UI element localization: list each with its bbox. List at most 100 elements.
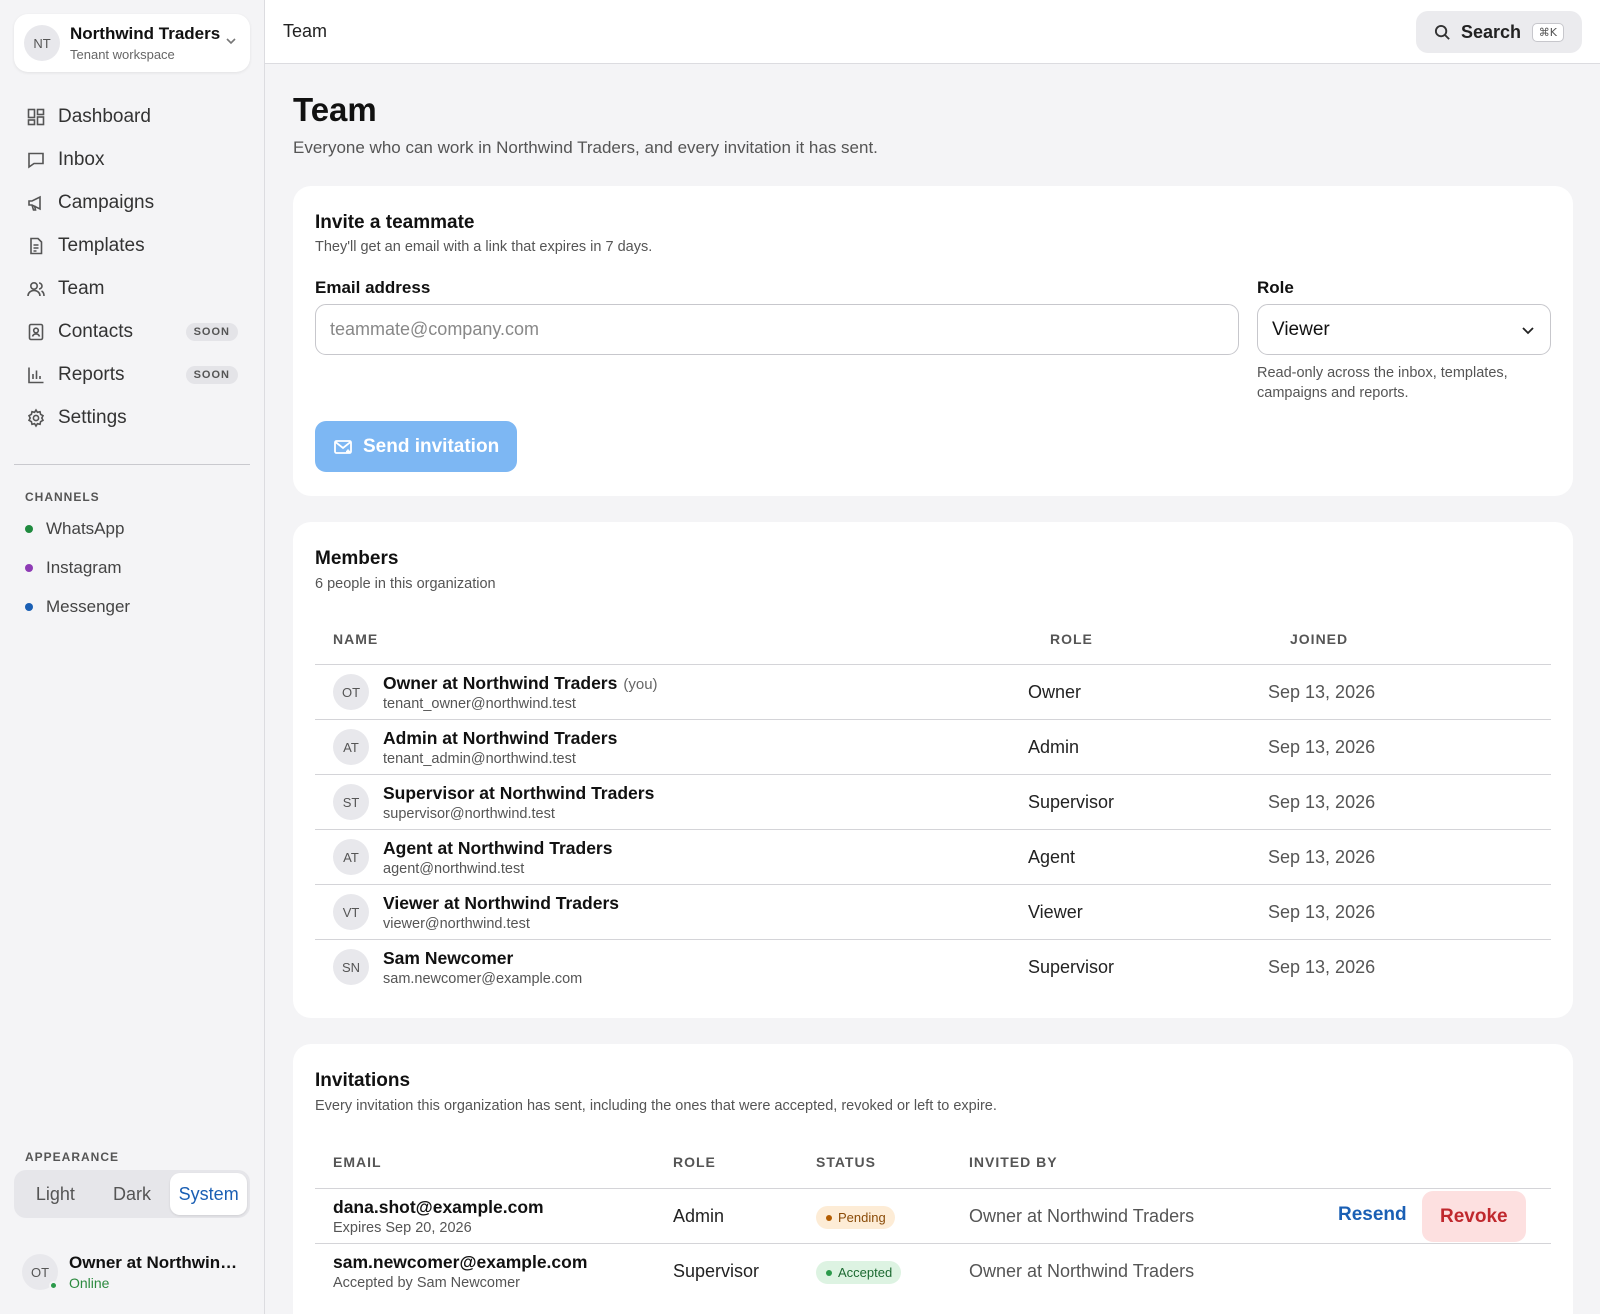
channel-label: WhatsApp (46, 518, 125, 538)
bar-chart-icon (28, 367, 44, 383)
resend-button[interactable]: Resend (1338, 1204, 1407, 1226)
role-hint: Read-only across the inbox, templates, c… (1257, 365, 1508, 401)
email-field[interactable] (315, 304, 1239, 355)
member-joined: Sep 13, 2026 (1268, 847, 1376, 867)
member-role: Supervisor (1028, 792, 1115, 812)
chevron-down-icon (1522, 326, 1534, 334)
member-joined: Sep 13, 2026 (1268, 737, 1376, 757)
table-row: dana.shot@example.com Expires Sep 20, 20… (315, 1188, 1551, 1243)
channels-heading: CHANNELS (25, 490, 100, 504)
table-row: ST Supervisor at Northwind Traders super… (315, 774, 1551, 829)
current-user[interactable]: OT Owner at Northwind Traders Online (22, 1250, 252, 1294)
member-role: Admin (1028, 737, 1080, 757)
invite-title: Invite a teammate (315, 212, 475, 233)
sidebar-item-label: Settings (58, 406, 127, 428)
role-select[interactable]: Viewer (1257, 304, 1551, 355)
members-subtitle: 6 people in this organization (315, 576, 496, 592)
channel-label: Instagram (46, 557, 122, 577)
invite-subtitle: They'll get an email with a link that ex… (315, 239, 653, 255)
user-status: Online (69, 1275, 110, 1291)
workspace-avatar: NT (24, 25, 60, 61)
appearance-toggle: Light Dark System (14, 1170, 250, 1218)
online-indicator (49, 1281, 58, 1290)
avatar: ST (333, 784, 369, 820)
status-dot (25, 602, 33, 611)
appearance-light-button[interactable]: Light (17, 1173, 94, 1215)
chevron-down-icon (222, 34, 240, 52)
sidebar-item-label: Dashboard (58, 105, 151, 127)
you-label: (you) (623, 676, 658, 693)
role-select-value: Viewer (1272, 318, 1330, 340)
avatar: AT (333, 839, 369, 875)
role-label: Role (1257, 278, 1294, 297)
member-email: tenant_admin@northwind.test (383, 751, 576, 767)
search-icon (1434, 24, 1450, 40)
avatar: SN (333, 949, 369, 985)
sidebar: NT Northwind Traders Tenant workspace Da… (0, 0, 265, 1314)
table-row: AT Agent at Northwind Traders agent@nort… (315, 829, 1551, 884)
sidebar-item-templates[interactable]: Templates (14, 224, 250, 267)
shortcut-hint: ⌘K (1531, 22, 1564, 42)
topbar: Team Search ⌘K (265, 0, 1600, 64)
sidebar-divider (14, 464, 250, 465)
invitations-subtitle: Every invitation this organization has s… (315, 1098, 997, 1114)
member-name: Sam Newcomer (383, 948, 514, 968)
sidebar-nav: Dashboard Inbox Campaigns Templates Team… (14, 95, 250, 439)
channel-label: Messenger (46, 596, 131, 616)
invitation-email: dana.shot@example.com (333, 1197, 544, 1217)
revoke-button[interactable]: Revoke (1422, 1191, 1526, 1242)
members-card: Members 6 people in this organization NA… (293, 522, 1573, 1018)
page-subtitle: Everyone who can work in Northwind Trade… (293, 138, 878, 157)
sidebar-item-campaigns[interactable]: Campaigns (14, 181, 250, 224)
send-invitation-button[interactable]: Send invitation (315, 421, 518, 472)
sidebar-item-label: Team (58, 277, 105, 299)
sidebar-item-inbox[interactable]: Inbox (14, 138, 250, 181)
column-header-role: ROLE (673, 1154, 716, 1170)
search-button[interactable]: Search ⌘K (1416, 11, 1582, 53)
status-dot (25, 524, 33, 533)
invitations-title: Invitations (315, 1070, 411, 1091)
email-label: Email address (315, 278, 431, 297)
appearance-dark-button[interactable]: Dark (94, 1173, 171, 1215)
workspace-switcher[interactable]: NT Northwind Traders Tenant workspace (14, 14, 250, 72)
topbar-title: Team (283, 21, 328, 41)
member-name: Viewer at Northwind Traders (383, 893, 619, 913)
member-email: tenant_owner@northwind.test (383, 696, 576, 712)
column-header-joined: JOINED (1290, 631, 1349, 647)
table-row: SN Sam Newcomer sam.newcomer@example.com… (315, 939, 1551, 994)
invitation-invited-by: Owner at Northwind Traders (969, 1261, 1195, 1281)
member-joined: Sep 13, 2026 (1268, 682, 1376, 702)
members-title: Members (315, 548, 399, 569)
avatar: OT (333, 674, 369, 710)
sidebar-item-label: Inbox (58, 148, 105, 170)
avatar-initials: OT (30, 1264, 50, 1280)
sidebar-item-reports[interactable]: Reports SOON (14, 353, 250, 396)
sidebar-item-dashboard[interactable]: Dashboard (14, 95, 250, 138)
member-name: Supervisor at Northwind Traders (383, 783, 655, 803)
status-badge: Accepted (816, 1261, 902, 1284)
inbox-icon (28, 152, 44, 169)
status-label: Pending (838, 1210, 886, 1225)
appearance-system-button[interactable]: System (170, 1173, 248, 1215)
users-icon (27, 281, 45, 296)
column-header-status: STATUS (816, 1154, 876, 1170)
invitation-role: Admin (673, 1206, 725, 1226)
table-row: VT Viewer at Northwind Traders viewer@no… (315, 884, 1551, 939)
send-invitation-label: Send invitation (363, 435, 500, 457)
sidebar-item-team[interactable]: Team (14, 267, 250, 310)
search-label: Search (1461, 21, 1522, 42)
member-joined: Sep 13, 2026 (1268, 902, 1376, 922)
member-role: Agent (1028, 847, 1076, 867)
member-name: Owner at Northwind Traders (383, 673, 618, 693)
invitation-detail: Expires Sep 20, 2026 (333, 1220, 472, 1236)
member-email: sam.newcomer@example.com (383, 971, 583, 987)
contacts-icon (28, 323, 44, 340)
sidebar-item-settings[interactable]: Settings (14, 396, 250, 439)
sidebar-item-contacts[interactable]: Contacts SOON (14, 310, 250, 353)
workspace-subtitle: Tenant workspace (70, 47, 175, 62)
member-email: supervisor@northwind.test (383, 806, 555, 822)
channel-messenger[interactable]: Messenger (25, 587, 130, 626)
member-email: agent@northwind.test (383, 861, 525, 877)
channel-whatsapp[interactable]: WhatsApp (25, 509, 130, 548)
channel-instagram[interactable]: Instagram (25, 548, 130, 587)
